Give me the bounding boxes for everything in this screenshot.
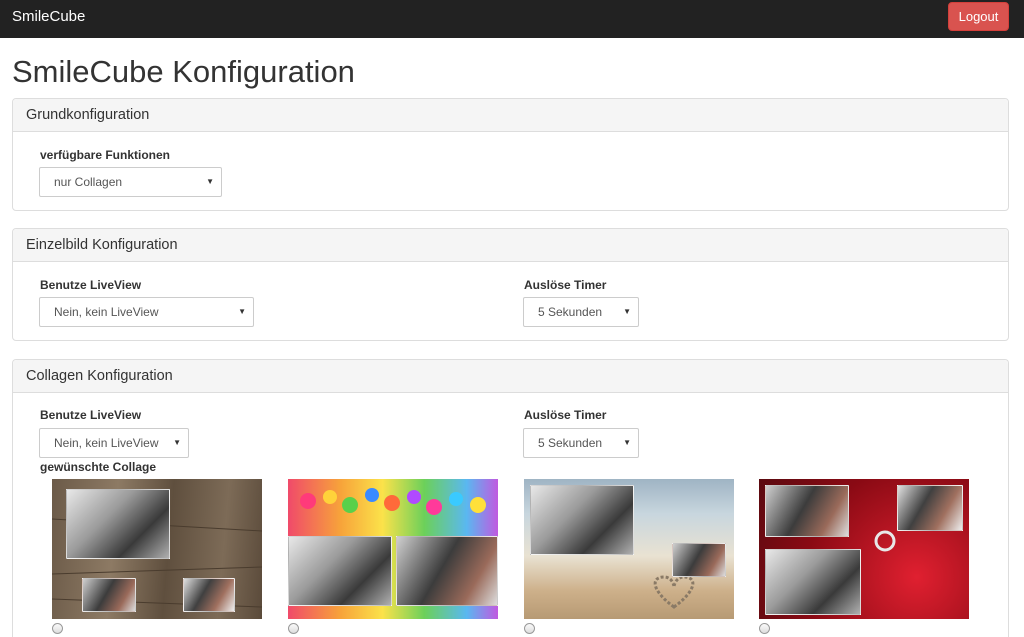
collage-photo	[530, 485, 634, 555]
funktionen-label: verfügbare Funktionen	[40, 148, 171, 162]
brand-link[interactable]: SmileCube	[12, 8, 85, 25]
collage-photo	[897, 485, 963, 531]
collage-wood-thumbnail[interactable]	[52, 479, 262, 619]
einzelbild-timer-label: Auslöse Timer	[524, 278, 607, 292]
collage-choice-label: gewünschte Collage	[40, 460, 157, 474]
collage-photo	[82, 578, 136, 612]
einzelbild-timer-select[interactable]: 5 Sekunden ▼	[523, 297, 639, 327]
caret-down-icon: ▼	[173, 438, 181, 447]
select-value: nur Collagen	[54, 175, 123, 189]
caret-down-icon: ▼	[623, 307, 631, 316]
page-title: SmileCube Konfiguration	[12, 54, 355, 89]
select-value: 5 Sekunden	[538, 305, 603, 319]
collage-photo	[765, 549, 861, 615]
collage-balloons-thumbnail[interactable]	[288, 479, 498, 619]
panel-heading: Grundkonfiguration	[13, 99, 1008, 132]
collage-beach-radio[interactable]	[524, 623, 535, 634]
collage-roses-radio[interactable]	[759, 623, 770, 634]
collage-photo	[672, 543, 726, 577]
panel-heading: Collagen Konfiguration	[13, 360, 1008, 393]
caret-down-icon: ▼	[206, 177, 214, 186]
einzelbild-liveview-select[interactable]: Nein, kein LiveView ▼	[39, 297, 254, 327]
collage-balloons-radio[interactable]	[288, 623, 299, 634]
caret-down-icon: ▼	[238, 307, 246, 316]
caret-down-icon: ▼	[623, 438, 631, 447]
collage-photo	[288, 536, 392, 606]
top-navbar: SmileCube Logout	[0, 0, 1024, 38]
panel-heading: Einzelbild Konfiguration	[13, 229, 1008, 262]
collage-beach-thumbnail[interactable]	[524, 479, 734, 619]
select-value: Nein, kein LiveView	[54, 305, 159, 319]
select-value: Nein, kein LiveView	[54, 436, 159, 450]
collagen-timer-label: Auslöse Timer	[524, 408, 607, 422]
collage-photo	[396, 536, 498, 606]
collage-roses-thumbnail[interactable]	[759, 479, 969, 619]
collage-photo	[66, 489, 170, 559]
collage-photo	[765, 485, 849, 537]
logout-button[interactable]: Logout	[948, 2, 1009, 31]
select-value: 5 Sekunden	[538, 436, 603, 450]
collage-photo	[183, 578, 235, 612]
einzelbild-liveview-label: Benutze LiveView	[40, 278, 142, 292]
collagen-timer-select[interactable]: 5 Sekunden ▼	[523, 428, 639, 458]
collage-wood-radio[interactable]	[52, 623, 63, 634]
collagen-liveview-select[interactable]: Nein, kein LiveView ▼	[39, 428, 189, 458]
funktionen-select[interactable]: nur Collagen ▼	[39, 167, 222, 197]
collagen-liveview-label: Benutze LiveView	[40, 408, 142, 422]
